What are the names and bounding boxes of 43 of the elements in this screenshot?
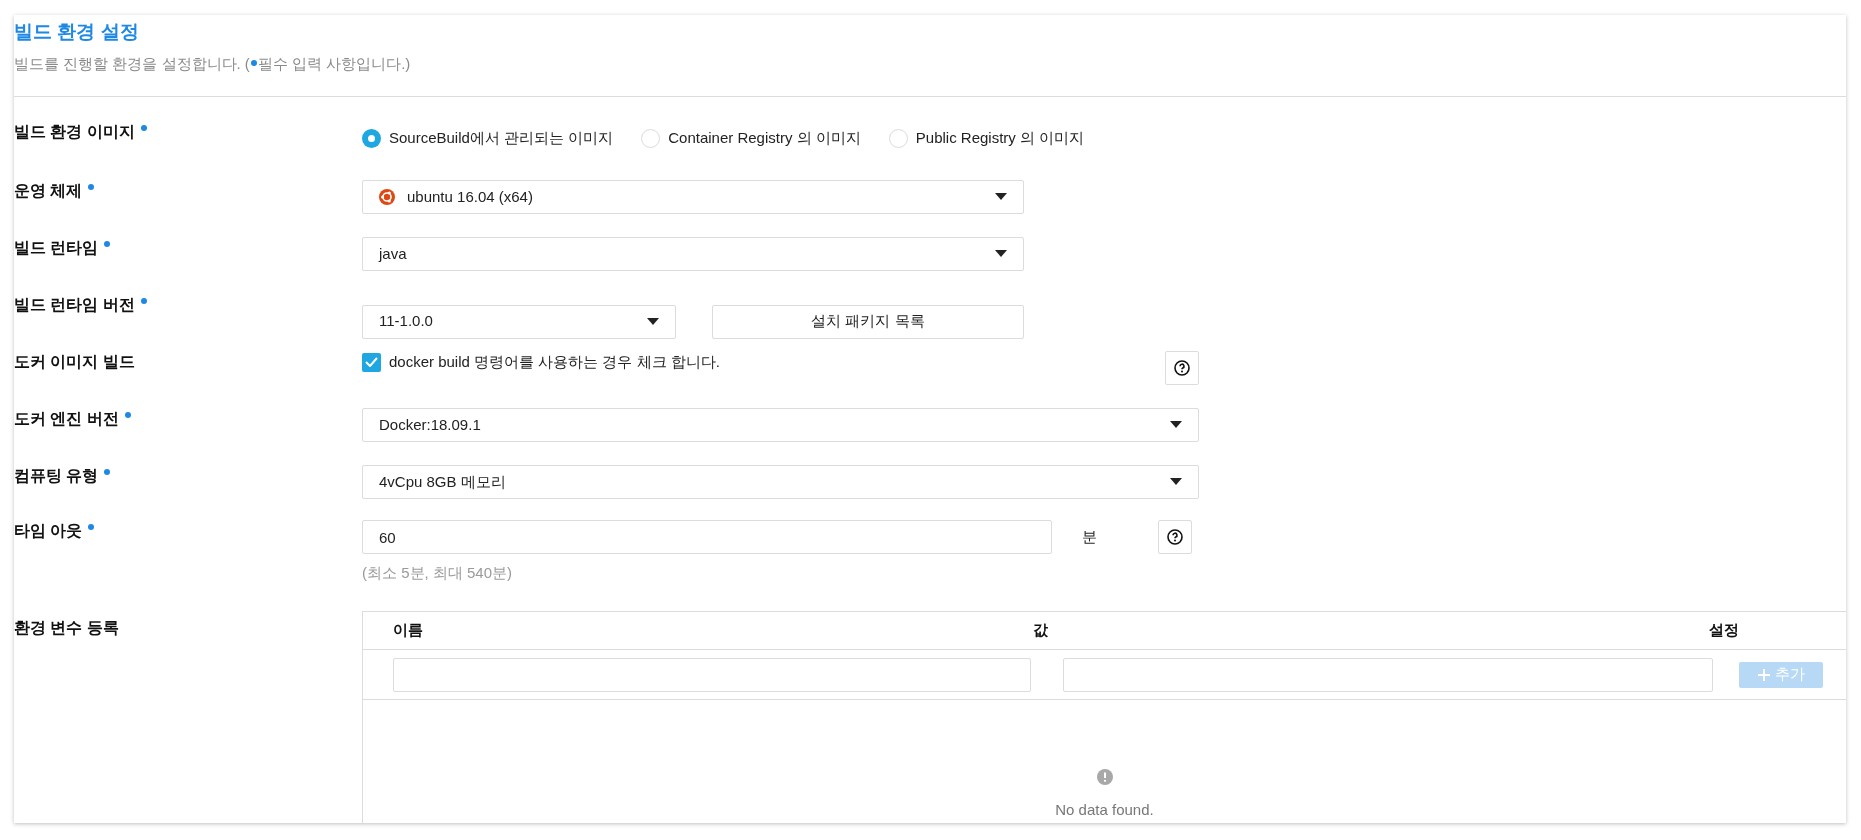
dropdown[interactable]: 11-1.0.0 — [362, 304, 676, 339]
caret-icon — [1170, 421, 1182, 429]
caret-icon — [647, 317, 659, 326]
column-header: 값 — [1033, 620, 1049, 641]
caret-icon — [1170, 478, 1182, 486]
dropdown[interactable]: Docker:18.09.1 — [362, 408, 1199, 442]
caret-icon — [995, 193, 1007, 201]
field-label: 도커 이미지 빌드 — [14, 352, 135, 372]
field-label: 도커 엔진 버전 — [14, 409, 119, 429]
checkbox-option[interactable]: docker build 명령어를 사용하는 경우 체크 합니다. — [362, 351, 720, 373]
timeout-input[interactable]: 60 — [362, 520, 1052, 554]
help-icon — [1174, 360, 1190, 376]
section-title: 빌드 환경 설정 — [14, 20, 140, 44]
field-label: 컴퓨팅 유형 — [14, 466, 99, 486]
field-label: 빌드 런타임 버전 — [14, 295, 135, 315]
field-label: 타임 아웃 — [14, 521, 83, 541]
field-label: 운영 체제 — [14, 181, 83, 201]
checkbox[interactable] — [362, 352, 381, 372]
field-label: 환경 변수 등록 — [14, 618, 119, 638]
radio-option[interactable]: Public Registry 의 이미지 — [888, 126, 1085, 150]
help-button[interactable] — [1165, 351, 1199, 385]
package-list-button[interactable]: 설치 패키지 목록 — [712, 304, 1024, 339]
unit-label: 분 — [1082, 526, 1097, 547]
radio-option[interactable]: Container Registry 의 이미지 — [641, 126, 861, 150]
dropdown[interactable]: java — [362, 237, 1024, 271]
field-label: 빌드 런타임 — [14, 238, 99, 258]
caret-icon — [995, 250, 1007, 258]
section-description: 필수 입력 사항입니다.) — [257, 53, 411, 74]
help-icon — [1167, 529, 1183, 545]
dropdown[interactable]: ubuntu 16.04 (x64) — [362, 180, 1024, 214]
column-header: 설정 — [1709, 620, 1739, 641]
info-icon — [1096, 768, 1113, 785]
value-input[interactable] — [1063, 657, 1713, 692]
name-input[interactable] — [393, 657, 1031, 692]
radio-option[interactable]: SourceBuild에서 관리되는 이미지 — [362, 126, 614, 150]
empty-message: No data found. — [1055, 799, 1154, 820]
help-button[interactable] — [1158, 520, 1192, 554]
timeout-hint: (최소 5분, 최대 540분) — [362, 563, 514, 583]
field-label: 빌드 환경 이미지 — [14, 122, 135, 142]
column-header: 이름 — [393, 620, 424, 641]
section-description: 빌드를 진행할 환경을 설정합니다. ( — [14, 53, 250, 74]
dropdown[interactable]: 4vCpu 8GB 메모리 — [362, 465, 1199, 499]
plus-icon — [1757, 667, 1771, 682]
